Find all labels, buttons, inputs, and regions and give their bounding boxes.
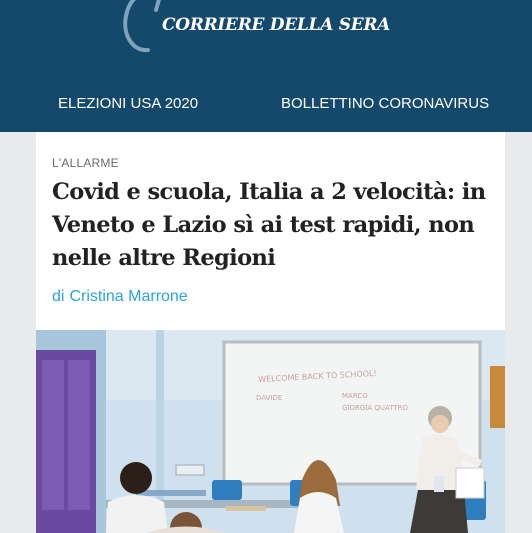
author-link[interactable]: Cristina Marrone	[69, 288, 187, 305]
board-line-3: MARCO	[342, 392, 368, 400]
article-byline: di Cristina Marrone	[52, 288, 188, 306]
site-logo-wordmark[interactable]: CORRIERE DELLA SERA	[162, 15, 390, 35]
article-card: L'ALLARME Covid e scuola, Italia a 2 vel…	[36, 132, 505, 533]
board-line-4: GIORGIA QUATTRO	[342, 404, 409, 412]
byline-prefix: di	[52, 288, 65, 305]
nav-link-elezioni-usa[interactable]: ELEZIONI USA 2020	[58, 95, 198, 112]
corriere-c-logo-icon	[123, 0, 161, 53]
article-headline[interactable]: Covid e scuola, Italia a 2 velocità: in …	[52, 176, 497, 275]
site-header: CORRIERE DELLA SERA ELEZIONI USA 2020 BO…	[0, 0, 532, 132]
article-photo[interactable]: WELCOME BACK TO SCHOOL! DAVIDE MARCO GIO…	[36, 330, 505, 533]
article-kicker: L'ALLARME	[52, 156, 119, 170]
top-nav: ELEZIONI USA 2020 BOLLETTINO CORONAVIRUS	[0, 95, 532, 115]
nav-link-bollettino-coronavirus[interactable]: BOLLETTINO CORONAVIRUS	[281, 95, 489, 112]
board-line-2: DAVIDE	[256, 394, 282, 402]
